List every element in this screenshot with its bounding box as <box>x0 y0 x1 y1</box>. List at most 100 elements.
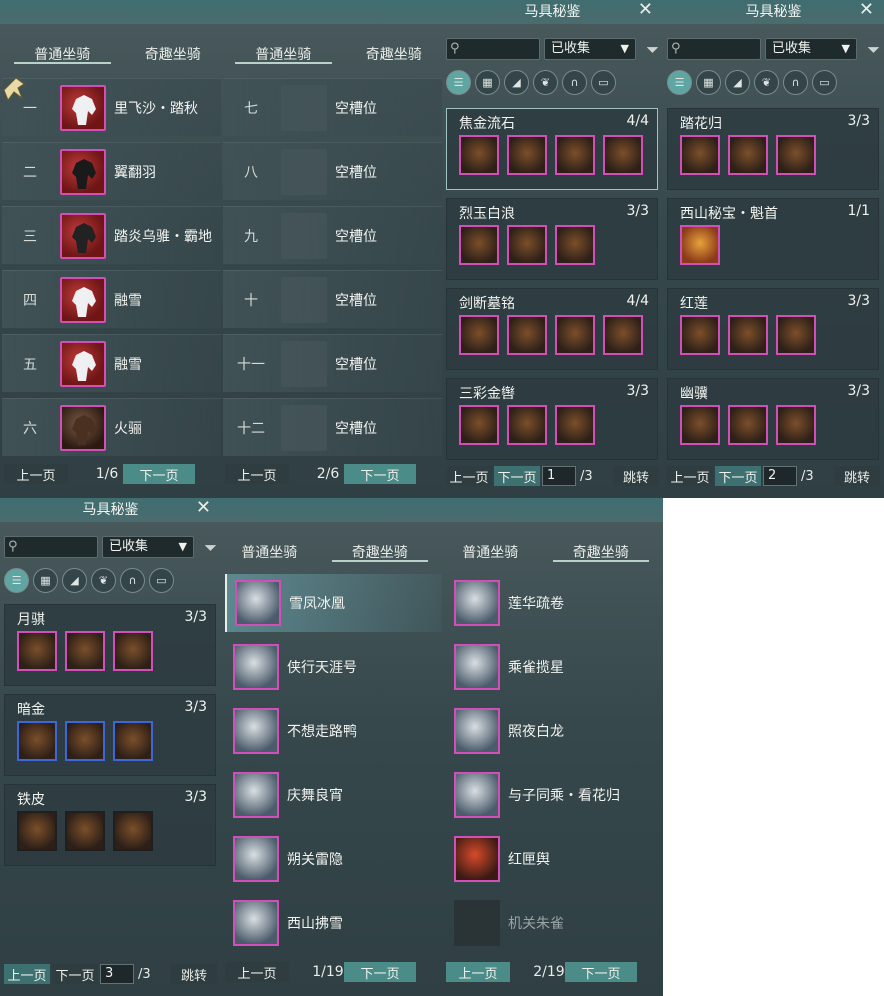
gear-item-icon[interactable] <box>507 135 547 175</box>
tab-normal-mount[interactable]: 普通坐骑 <box>221 542 318 562</box>
list-all-icon[interactable]: ☰ <box>667 70 692 95</box>
mount-row[interactable]: 四 融雪 <box>2 270 221 328</box>
chest-armor-icon[interactable]: ❦ <box>91 568 116 593</box>
page-number-input[interactable]: 2 <box>763 466 797 486</box>
gear-set-card[interactable]: 月骐 3/3 <box>4 604 216 686</box>
next-page-button[interactable]: 下一页 <box>344 962 416 982</box>
gear-item-icon[interactable] <box>17 631 57 671</box>
gear-item-icon[interactable] <box>507 315 547 355</box>
collection-filter-select[interactable]: 已收集 ▼ <box>102 536 194 558</box>
gear-item-icon[interactable] <box>17 721 57 761</box>
tab-normal-mount[interactable]: 普通坐骑 <box>442 542 539 562</box>
prev-page-button[interactable]: 上一页 <box>4 964 50 984</box>
saddle-icon[interactable]: ▭ <box>812 70 837 95</box>
fun-mount-row[interactable]: 雪凤冰凰 <box>225 574 442 632</box>
mount-row[interactable]: 八 空槽位 <box>223 142 442 200</box>
gear-item-icon[interactable] <box>17 811 57 851</box>
page-number-input[interactable]: 1 <box>542 466 576 486</box>
collection-filter-select[interactable]: 已收集 ▼ <box>544 38 636 60</box>
gear-item-icon[interactable] <box>555 225 595 265</box>
gear-set-card[interactable]: 剑断墓铭 4/4 <box>446 288 658 370</box>
gear-item-icon[interactable] <box>776 405 816 445</box>
search-input[interactable]: ⚲ <box>4 536 98 558</box>
fun-mount-row[interactable]: 西山拂雪 <box>225 894 442 952</box>
filter-funnel-icon[interactable]: ⏷ <box>867 40 880 60</box>
gear-item-icon[interactable] <box>680 315 720 355</box>
fun-mount-row[interactable]: 莲华疏卷 <box>446 574 663 632</box>
filter-funnel-icon[interactable]: ⏷ <box>646 40 659 60</box>
gear-set-card[interactable]: 红莲 3/3 <box>667 288 879 370</box>
prev-page-button[interactable]: 上一页 <box>446 962 510 982</box>
gear-set-card[interactable]: 烈玉白浪 3/3 <box>446 198 658 280</box>
gear-item-icon[interactable] <box>555 405 595 445</box>
tab-fun-mount[interactable]: 奇趣坐骑 <box>125 44 222 64</box>
prev-page-button[interactable]: 上一页 <box>225 962 289 982</box>
fun-mount-row[interactable]: 与子同乘・看花归 <box>446 766 663 824</box>
mount-row[interactable]: 一 里飞沙・踏秋 <box>2 78 221 136</box>
grid-icon[interactable]: ▦ <box>696 70 721 95</box>
page-number-input[interactable]: 3 <box>100 964 134 984</box>
chest-armor-icon[interactable]: ❦ <box>533 70 558 95</box>
gear-item-icon[interactable] <box>603 135 643 175</box>
gear-set-card[interactable]: 西山秘宝・魁首 1/1 <box>667 198 879 280</box>
gear-item-icon[interactable] <box>65 631 105 671</box>
list-all-icon[interactable]: ☰ <box>4 568 29 593</box>
close-icon[interactable]: ✕ <box>638 0 653 20</box>
mount-row[interactable]: 十二 空槽位 <box>223 398 442 456</box>
fun-mount-row[interactable]: 不想走路鸭 <box>225 702 442 760</box>
gear-item-icon[interactable] <box>680 405 720 445</box>
mount-row[interactable]: 十 空槽位 <box>223 270 442 328</box>
gear-item-icon[interactable] <box>776 135 816 175</box>
mount-row[interactable]: 三 踏炎乌骓・霸地 <box>2 206 221 264</box>
next-page-button[interactable]: 下一页 <box>494 466 540 486</box>
mount-row[interactable]: 九 空槽位 <box>223 206 442 264</box>
gear-set-card[interactable]: 三彩金辔 3/3 <box>446 378 658 460</box>
jump-button[interactable]: 跳转 <box>834 466 880 486</box>
gear-item-icon[interactable] <box>113 721 153 761</box>
filter-funnel-icon[interactable]: ⏷ <box>204 538 217 558</box>
gear-item-icon[interactable] <box>776 315 816 355</box>
list-all-icon[interactable]: ☰ <box>446 70 471 95</box>
gear-item-icon[interactable] <box>680 135 720 175</box>
gear-item-icon[interactable] <box>459 225 499 265</box>
gear-item-icon[interactable] <box>113 631 153 671</box>
gear-item-icon[interactable] <box>459 315 499 355</box>
tab-normal-mount[interactable]: 普通坐骑 <box>235 44 332 64</box>
mount-row[interactable]: 十一 空槽位 <box>223 334 442 392</box>
gear-item-icon[interactable] <box>680 225 720 265</box>
saddle-icon[interactable]: ▭ <box>149 568 174 593</box>
prev-page-button[interactable]: 上一页 <box>667 466 713 486</box>
close-icon[interactable]: ✕ <box>859 0 874 20</box>
next-page-button[interactable]: 下一页 <box>123 464 195 484</box>
mount-row[interactable]: 六 火骊 <box>2 398 221 456</box>
grid-icon[interactable]: ▦ <box>33 568 58 593</box>
gear-item-icon[interactable] <box>113 811 153 851</box>
gear-set-card[interactable]: 铁皮 3/3 <box>4 784 216 866</box>
saddle-icon[interactable]: ▭ <box>591 70 616 95</box>
fun-mount-row[interactable]: 机关朱雀 <box>446 894 663 952</box>
tab-fun-mount[interactable]: 奇趣坐骑 <box>552 542 649 562</box>
fun-mount-row[interactable]: 照夜白龙 <box>446 702 663 760</box>
head-armor-icon[interactable]: ◢ <box>504 70 529 95</box>
next-page-button[interactable]: 下一页 <box>344 464 416 484</box>
jump-button[interactable]: 跳转 <box>613 466 659 486</box>
tab-normal-mount[interactable]: 普通坐骑 <box>14 44 111 64</box>
tab-fun-mount[interactable]: 奇趣坐骑 <box>346 44 443 64</box>
gear-set-card[interactable]: 暗金 3/3 <box>4 694 216 776</box>
search-input[interactable]: ⚲ <box>667 38 761 60</box>
head-armor-icon[interactable]: ◢ <box>62 568 87 593</box>
next-page-button[interactable]: 下一页 <box>565 962 637 982</box>
grid-icon[interactable]: ▦ <box>475 70 500 95</box>
gear-item-icon[interactable] <box>507 405 547 445</box>
next-page-button[interactable]: 下一页 <box>715 466 761 486</box>
jump-button[interactable]: 跳转 <box>171 964 217 984</box>
fun-mount-row[interactable]: 庆舞良宵 <box>225 766 442 824</box>
gear-item-icon[interactable] <box>65 811 105 851</box>
fun-mount-row[interactable]: 朔关雷隐 <box>225 830 442 888</box>
gear-item-icon[interactable] <box>507 225 547 265</box>
gear-item-icon[interactable] <box>728 405 768 445</box>
close-icon[interactable]: ✕ <box>196 498 211 518</box>
gear-set-card[interactable]: 焦金流石 4/4 <box>446 108 658 190</box>
tab-fun-mount[interactable]: 奇趣坐骑 <box>331 542 428 562</box>
collection-filter-select[interactable]: 已收集 ▼ <box>765 38 857 60</box>
